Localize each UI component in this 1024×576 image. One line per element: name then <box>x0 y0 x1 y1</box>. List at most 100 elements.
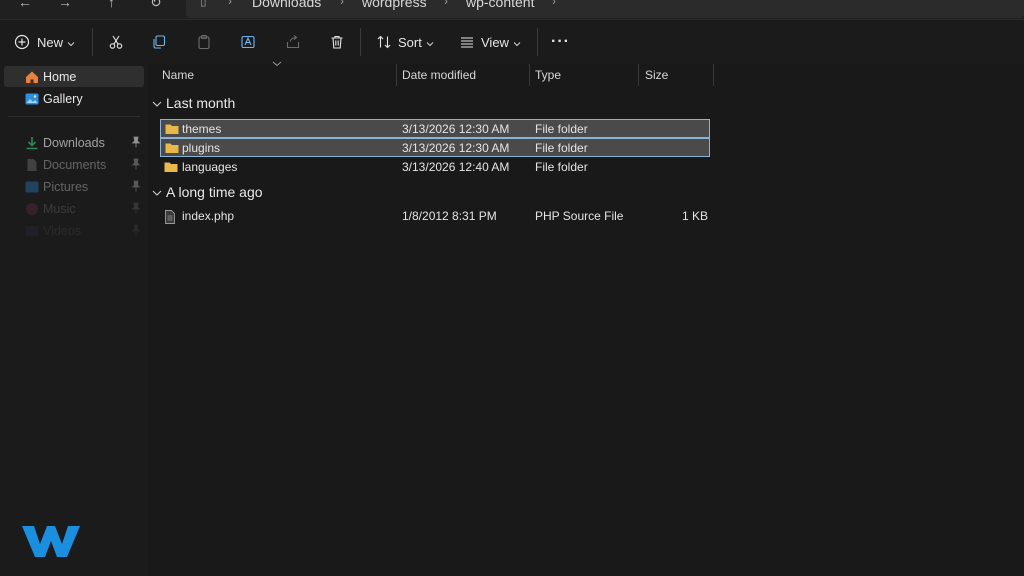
sidebar-item-music[interactable]: Music <box>4 198 144 219</box>
column-divider[interactable] <box>638 64 639 86</box>
column-divider[interactable] <box>713 64 714 86</box>
refresh-icon[interactable]: ↻ <box>150 0 162 11</box>
file-type: PHP Source File <box>535 209 624 223</box>
file-row-languages[interactable]: languages 3/13/2026 12:40 AM File folder <box>160 158 710 177</box>
sort-icon <box>376 34 392 50</box>
group-title: Last month <box>166 95 236 111</box>
group-header[interactable]: Last month <box>152 95 235 111</box>
file-name: index.php <box>182 209 235 223</box>
chevron-down-icon <box>152 95 162 111</box>
sidebar-item-label: Documents <box>43 157 107 172</box>
copy-button[interactable] <box>151 28 167 56</box>
sidebar-item-label: Music <box>43 201 76 216</box>
forward-icon[interactable]: → <box>58 0 72 10</box>
view-list-icon <box>459 34 475 50</box>
column-divider[interactable] <box>396 64 397 86</box>
new-button[interactable]: New <box>14 28 75 56</box>
sort-button[interactable]: Sort <box>376 28 434 56</box>
navigation-pane: Home Gallery Downloads Documents Picture… <box>0 64 148 576</box>
pictures-icon <box>25 180 39 193</box>
sidebar-item-documents[interactable]: Documents <box>4 154 144 175</box>
more-icon: ··· <box>551 33 570 50</box>
breadcrumb-item[interactable]: wordpress <box>362 0 427 10</box>
sidebar-item-label: Videos <box>43 223 81 238</box>
toolbar-divider <box>92 28 93 56</box>
chevron-down-icon <box>67 35 75 50</box>
plus-circle-icon <box>14 34 30 50</box>
file-name: plugins <box>182 141 221 155</box>
file-type: File folder <box>535 122 588 136</box>
breadcrumb-separator-icon: › <box>340 0 344 8</box>
copy-icon <box>151 34 167 50</box>
breadcrumb-separator-icon: › <box>228 0 232 8</box>
pin-icon <box>131 158 141 173</box>
pin-icon <box>131 180 141 195</box>
chevron-down-icon <box>513 35 521 50</box>
gallery-icon <box>25 92 39 105</box>
address-bar-strip: ← → ↑ ↻ ▯ › Downloads › wordpress › wp-c… <box>0 0 1024 20</box>
breadcrumb-item[interactable]: Downloads <box>252 0 321 10</box>
home-icon <box>25 70 38 83</box>
file-list: Name Date modified Type Size Last month … <box>148 61 1024 576</box>
toolbar-divider <box>360 28 361 56</box>
command-bar: New Sort View ··· <box>0 20 1024 64</box>
file-date: 1/8/2012 8:31 PM <box>402 209 497 223</box>
group-header[interactable]: A long time ago <box>152 184 263 200</box>
file-icon <box>164 210 178 224</box>
sidebar-item-home[interactable]: Home <box>4 66 144 87</box>
file-type: File folder <box>535 160 588 174</box>
documents-icon <box>25 158 38 171</box>
view-label: View <box>481 34 509 50</box>
rename-icon <box>240 34 256 50</box>
folder-icon <box>164 161 178 173</box>
file-date: 3/13/2026 12:30 AM <box>402 141 510 155</box>
sidebar-item-videos[interactable]: Videos <box>4 220 144 241</box>
file-name: themes <box>182 122 222 136</box>
group-title: A long time ago <box>166 184 263 200</box>
new-label: New <box>37 34 64 50</box>
file-row-themes[interactable]: themes 3/13/2026 12:30 AM File folder <box>160 119 710 138</box>
file-date: 3/13/2026 12:40 AM <box>402 160 510 174</box>
file-row-plugins[interactable]: plugins 3/13/2026 12:30 AM File folder <box>160 138 710 157</box>
share-button[interactable] <box>285 28 301 56</box>
view-button[interactable]: View <box>459 28 521 56</box>
column-divider[interactable] <box>529 64 530 86</box>
sidebar-item-gallery[interactable]: Gallery <box>4 88 144 109</box>
up-icon[interactable]: ↑ <box>108 0 115 10</box>
scissors-icon <box>108 34 124 50</box>
back-icon[interactable]: ← <box>18 0 32 10</box>
rename-button[interactable] <box>240 28 256 56</box>
column-header-size[interactable]: Size <box>645 64 668 86</box>
column-header-date[interactable]: Date modified <box>402 64 476 86</box>
folder-icon <box>165 142 179 154</box>
breadcrumb-item[interactable]: wp-content <box>466 0 534 10</box>
file-date: 3/13/2026 12:30 AM <box>402 122 510 136</box>
sort-label: Sort <box>398 34 422 50</box>
see-more-button[interactable]: ··· <box>551 28 570 56</box>
windowsreport-logo <box>22 526 80 557</box>
pin-icon <box>131 202 141 217</box>
pc-icon: ▯ <box>200 0 207 8</box>
file-name: languages <box>182 160 238 174</box>
folder-icon <box>165 123 179 135</box>
sidebar-item-label: Gallery <box>43 91 83 106</box>
column-header-type[interactable]: Type <box>535 64 561 86</box>
sidebar-item-label: Home <box>43 69 77 84</box>
videos-icon <box>25 224 39 237</box>
pin-icon <box>131 224 141 239</box>
sidebar-item-label: Downloads <box>43 135 105 150</box>
download-icon <box>25 136 38 150</box>
column-header-name[interactable]: Name <box>162 64 194 86</box>
breadcrumb-separator-icon: › <box>552 0 556 8</box>
cut-button[interactable] <box>108 28 124 56</box>
delete-button[interactable] <box>329 28 345 56</box>
chevron-down-icon <box>152 184 162 200</box>
sidebar-item-pictures[interactable]: Pictures <box>4 176 144 197</box>
breadcrumb-separator-icon: › <box>444 0 448 8</box>
file-row-index-php[interactable]: index.php 1/8/2012 8:31 PM PHP Source Fi… <box>160 207 710 226</box>
music-icon <box>25 202 38 215</box>
file-type: File folder <box>535 141 588 155</box>
sidebar-item-downloads[interactable]: Downloads <box>4 132 144 153</box>
paste-button[interactable] <box>196 28 212 56</box>
sidebar-divider <box>8 116 140 117</box>
